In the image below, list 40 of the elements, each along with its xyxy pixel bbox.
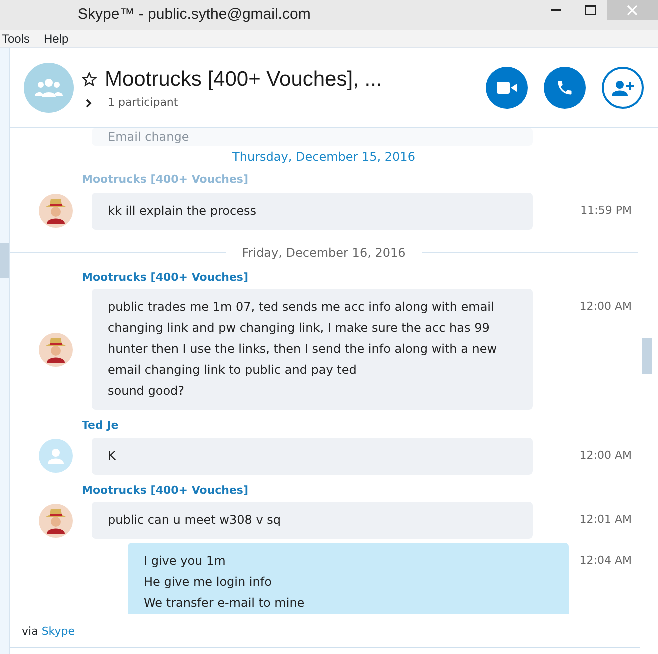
- timestamp: 11:59 PM: [580, 202, 632, 219]
- timestamp: 12:00 AM: [580, 448, 632, 464]
- window-title: Skype™ - public.sythe@gmail.com: [78, 5, 311, 25]
- add-person-icon: [612, 80, 634, 96]
- sender-name: Mootrucks [400+ Vouches]: [82, 482, 250, 498]
- sender-name: Ted Je: [82, 418, 120, 434]
- add-contact-button[interactable]: [602, 66, 644, 108]
- video-camera-icon: [497, 82, 517, 94]
- menu-item[interactable]: Help: [44, 30, 69, 47]
- message-text: We transfer e-mail to mine: [144, 595, 306, 612]
- chevron-icon[interactable]: [86, 98, 92, 108]
- timestamp: 12:00 AM: [580, 299, 632, 315]
- date-divider: Friday, December 16, 2016: [241, 244, 407, 262]
- group-avatar-icon: [24, 62, 74, 112]
- message-text: He give me login info: [144, 574, 273, 591]
- message-text: Email change: [92, 128, 533, 146]
- scrollbar-thumb[interactable]: [0, 243, 9, 278]
- sender-name: Mootrucks [400+ Vouches]: [82, 270, 250, 286]
- close-icon: [627, 4, 638, 16]
- video-call-button[interactable]: [486, 66, 528, 108]
- message-text: kk ill explain the process: [108, 202, 258, 220]
- star-icon[interactable]: [82, 72, 97, 87]
- via-label: via: [22, 624, 38, 640]
- timestamp: 12:01 AM: [580, 512, 632, 528]
- message-text: I give you 1m: [144, 553, 227, 570]
- message-text: K: [108, 448, 117, 464]
- timestamp: 12:04 AM: [580, 553, 632, 569]
- scrollbar-thumb[interactable]: [642, 338, 652, 374]
- message-text: sound good?: [108, 383, 186, 400]
- participant-count[interactable]: 1 participant: [108, 95, 178, 112]
- minimize-icon: [551, 9, 561, 11]
- skype-link[interactable]: Skype: [42, 624, 76, 641]
- sender-name: Mootrucks [400+ Vouches]: [82, 172, 250, 188]
- maximize-icon: [584, 5, 596, 15]
- call-button[interactable]: [544, 66, 586, 108]
- message-text: public can u meet w308 v sq: [108, 512, 282, 529]
- phone-icon: [556, 78, 574, 96]
- menu-item[interactable]: Tools: [2, 30, 30, 47]
- date-divider: Thursday, December 15, 2016: [232, 149, 416, 166]
- conversation-title: Mootrucks [400+ Vouches], ...: [105, 66, 382, 92]
